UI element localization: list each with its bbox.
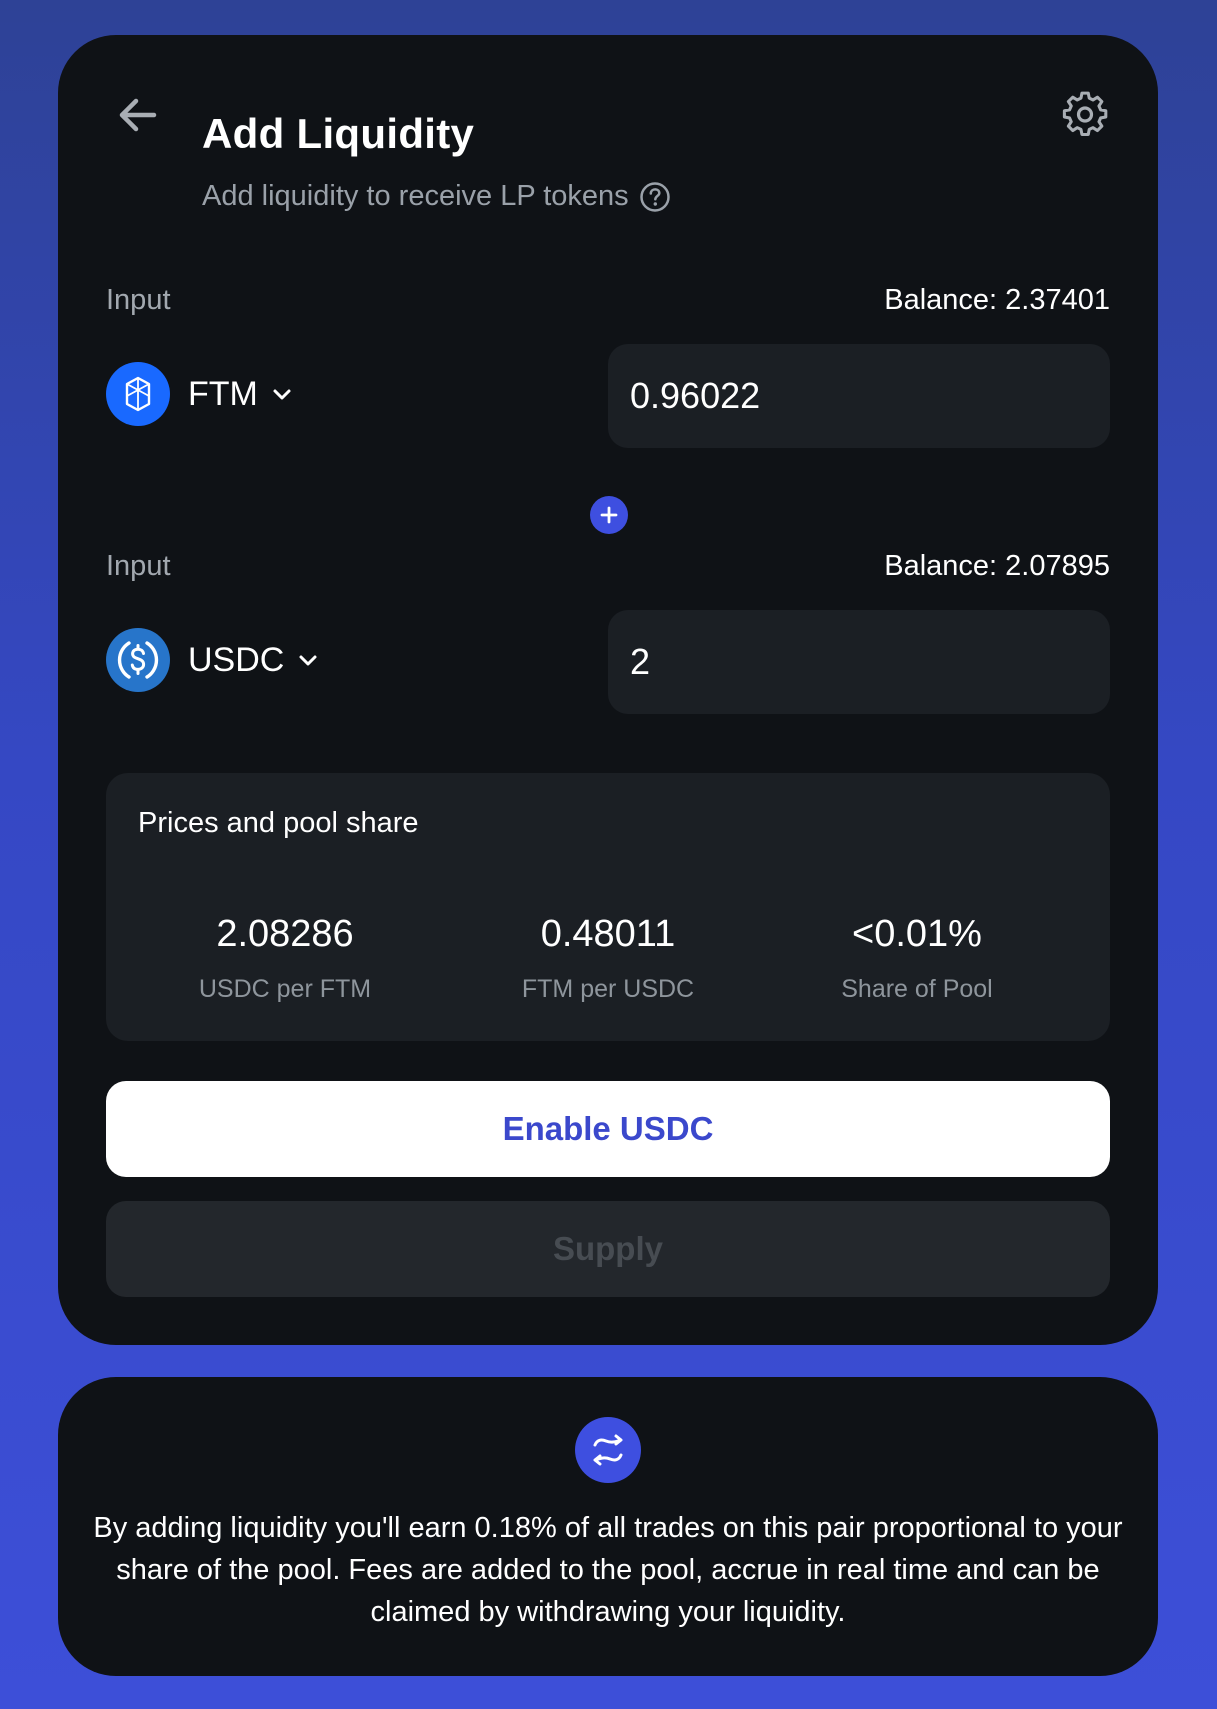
swap-arrows-icon xyxy=(575,1417,641,1483)
chevron-down-icon xyxy=(296,648,320,672)
plus-button[interactable] xyxy=(590,496,628,534)
stat-value: <0.01% xyxy=(852,913,982,955)
chevron-down-icon xyxy=(270,382,294,406)
back-button[interactable] xyxy=(103,80,173,150)
token-name: FTM xyxy=(188,374,258,413)
subtitle-text: Add liquidity to receive LP tokens xyxy=(202,180,629,212)
plus-icon xyxy=(600,506,618,524)
question-circle-icon[interactable] xyxy=(639,181,671,213)
input-label-2: Input xyxy=(106,550,171,582)
page-subtitle: Add liquidity to receive LP tokens xyxy=(202,180,671,213)
add-liquidity-card: Add Liquidity Add liquidity to receive L… xyxy=(58,35,1158,1345)
balance-2: Balance: 2.07895 xyxy=(884,550,1110,582)
prices-pool-share-panel: Prices and pool share 2.08286 USDC per F… xyxy=(106,773,1110,1041)
stat-share-of-pool: <0.01% Share of Pool xyxy=(757,915,1077,1004)
balance-1: Balance: 2.37401 xyxy=(884,284,1110,316)
ftm-logo-icon xyxy=(106,362,170,426)
stat-ftm-per-usdc: 0.48011 FTM per USDC xyxy=(448,915,768,1004)
prices-title: Prices and pool share xyxy=(138,807,419,839)
arrow-left-icon xyxy=(119,98,157,132)
token-select-usdc[interactable]: USDC xyxy=(106,628,320,692)
info-card: By adding liquidity you'll earn 0.18% of… xyxy=(58,1377,1158,1676)
page-title: Add Liquidity xyxy=(202,110,475,157)
amount-input-1[interactable] xyxy=(608,344,1110,448)
stat-value: 2.08286 xyxy=(216,913,354,955)
supply-button[interactable]: Supply xyxy=(106,1201,1110,1297)
stat-usdc-per-ftm: 2.08286 USDC per FTM xyxy=(125,915,445,1004)
info-text: By adding liquidity you'll earn 0.18% of… xyxy=(93,1512,1123,1628)
stat-label: FTM per USDC xyxy=(521,975,695,1003)
usdc-logo-icon xyxy=(106,628,170,692)
enable-usdc-button[interactable]: Enable USDC xyxy=(106,1081,1110,1177)
amount-input-2[interactable] xyxy=(608,610,1110,714)
gear-icon xyxy=(1062,91,1108,137)
token-select-ftm[interactable]: FTM xyxy=(106,362,294,426)
token-name: USDC xyxy=(188,640,285,679)
settings-button[interactable] xyxy=(1050,80,1120,150)
stat-label: USDC per FTM xyxy=(198,975,372,1003)
stat-value: 0.48011 xyxy=(540,913,676,955)
input-label-1: Input xyxy=(106,284,171,316)
stat-label: Share of Pool xyxy=(841,975,993,1003)
